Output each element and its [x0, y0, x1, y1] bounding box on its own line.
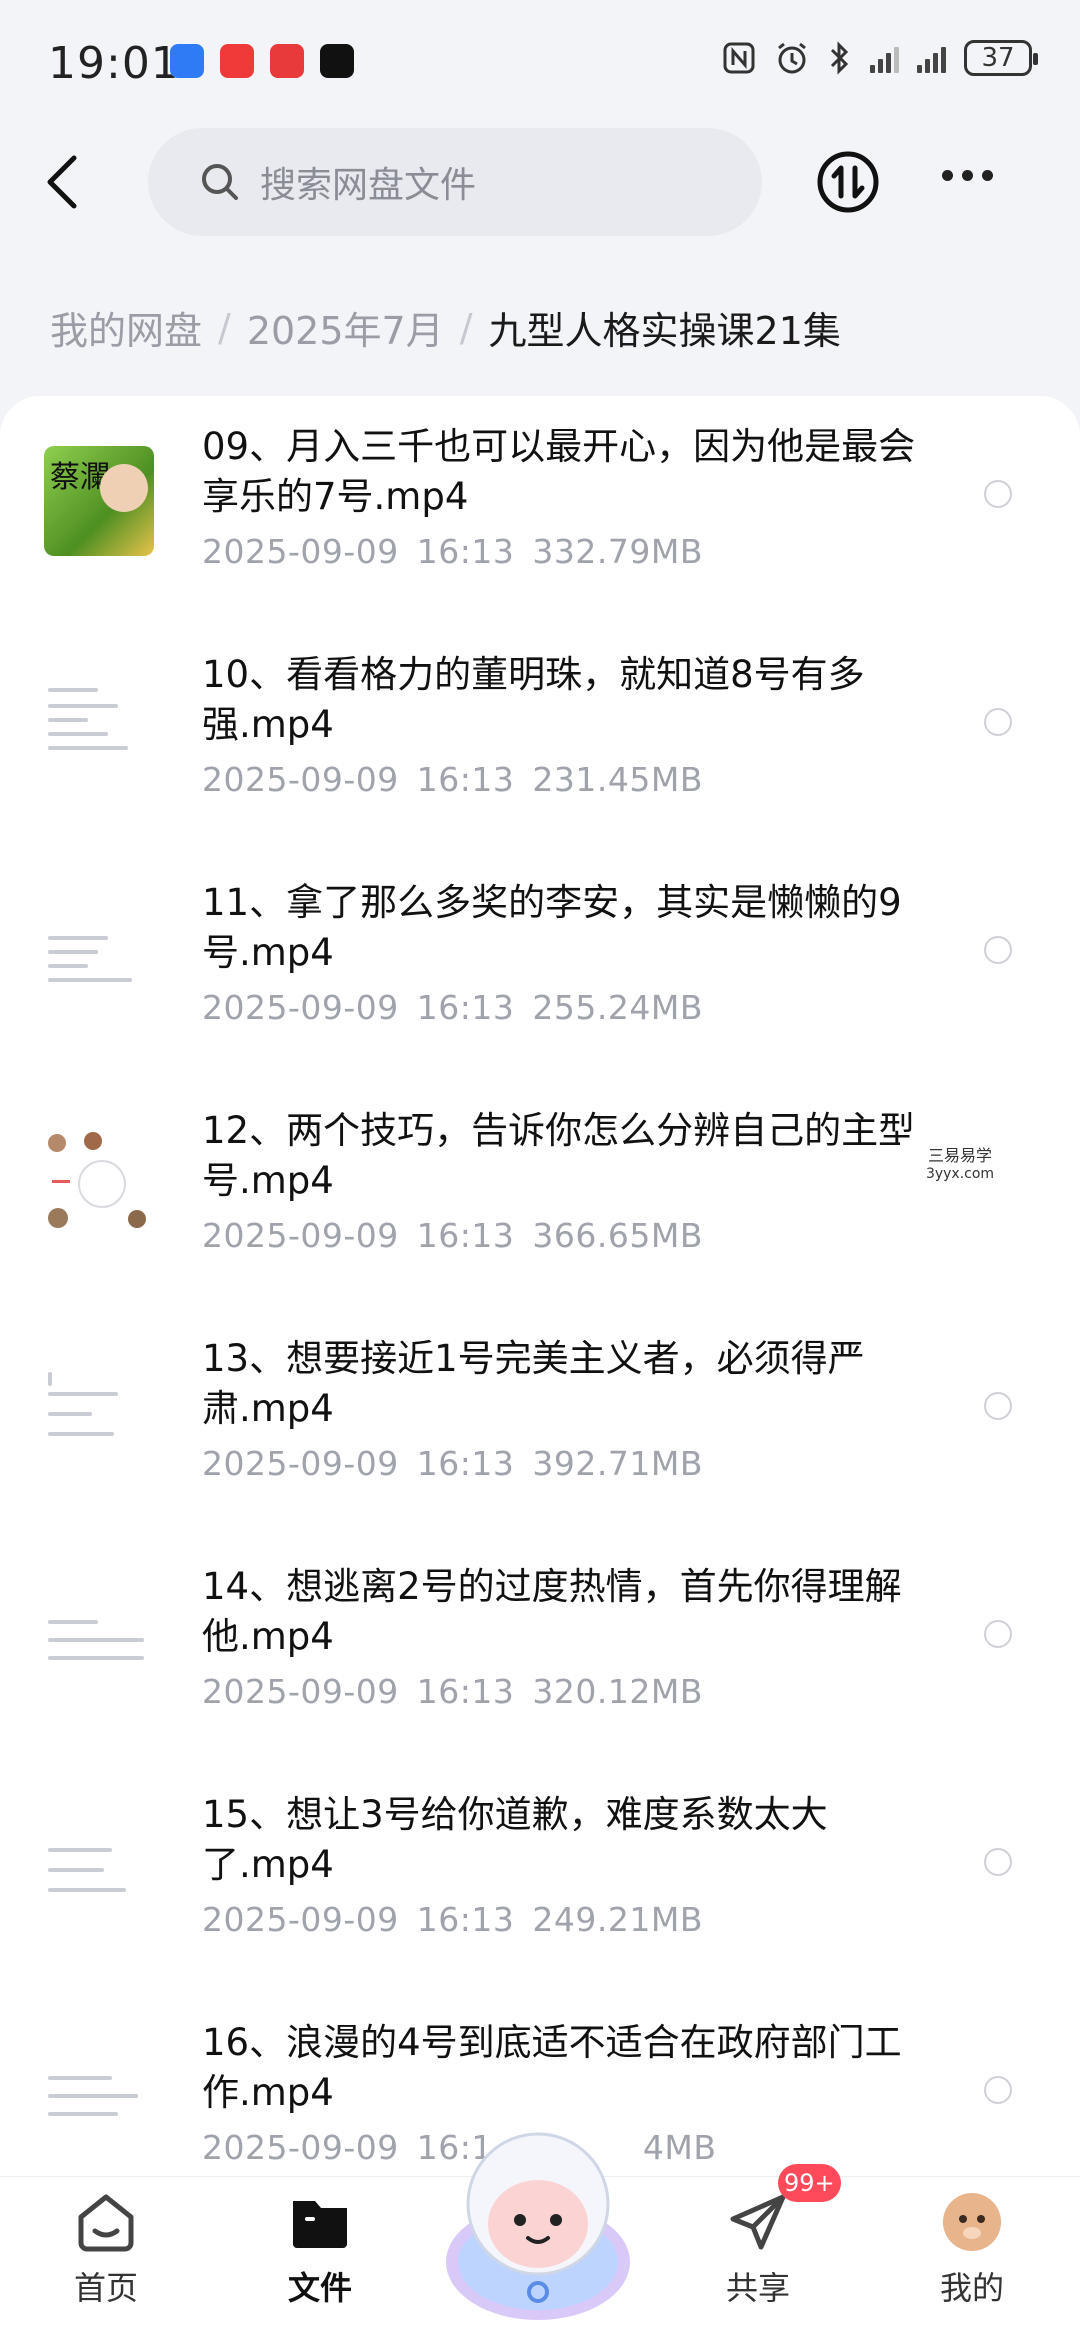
breadcrumb-item[interactable]: 2025年7月: [247, 300, 444, 355]
bluetooth-icon: [830, 41, 849, 75]
video-thumbnail: [44, 1814, 154, 1924]
nav-profile[interactable]: 我的: [902, 2191, 1042, 2309]
alarm-icon: [778, 42, 806, 74]
nav-label: 共享: [725, 2269, 790, 2307]
video-thumbnail: [44, 674, 154, 784]
file-row[interactable]: 11、拿了那么多奖的李安，其实是懒懒的9号.mp4 2025-09-09 16:1…: [0, 852, 1080, 1080]
signal-icon: [917, 43, 946, 73]
tiktok-icon: [320, 44, 354, 78]
notification-badge: 99+: [778, 2164, 841, 2202]
file-meta: 2025-09-09 16:13 392.71MB: [202, 1444, 703, 1483]
status-bar: 19:01 37: [0, 0, 1080, 130]
file-meta: 2025-09-09 16:13 231.45MB: [202, 760, 703, 799]
file-meta: 2025-09-09 16:13 249.21MB: [202, 1900, 703, 1939]
select-radio[interactable]: [984, 708, 1012, 736]
file-meta: 2025-09-09 16:13 332.79MB: [202, 532, 703, 571]
video-thumbnail: 蔡瀾: [44, 446, 154, 556]
video-thumbnail: [44, 1358, 154, 1468]
signal-icon: [870, 43, 899, 73]
file-meta: 2025-09-09 16:13 366.65MB: [202, 1216, 703, 1255]
watermark: 三易易学 3yyx.com: [900, 1138, 1020, 1198]
file-meta: 2025-09-09 16:13 255.24MB: [202, 988, 703, 1027]
ai-assistant-mascot-icon[interactable]: [438, 2112, 638, 2324]
app-notification-icon: [220, 44, 254, 78]
video-thumbnail: [44, 1130, 154, 1240]
app-notification-icon: [170, 44, 204, 78]
more-options-icon[interactable]: [942, 170, 993, 181]
breadcrumb-separator: /: [459, 305, 473, 350]
select-radio[interactable]: [984, 1848, 1012, 1876]
breadcrumb-separator: /: [218, 305, 231, 350]
video-thumbnail: [44, 1586, 154, 1696]
nav-files[interactable]: 文件: [250, 2191, 390, 2309]
file-name: 16、浪漫的4号到底适不适合在政府部门工作.mp4: [202, 2021, 902, 2114]
watermark-url: 3yyx.com: [925, 1166, 995, 1182]
file-meta: 2025-09-09 16:13 320.12MB: [202, 1672, 703, 1711]
select-radio[interactable]: [984, 1620, 1012, 1648]
file-name: 10、看看格力的董明珠，就知道8号有多强.mp4: [202, 653, 865, 746]
file-row[interactable]: 14、想逃离2号的过度热情，首先你得理解他.mp4 2025-09-09 16:1…: [0, 1536, 1080, 1764]
nav-home[interactable]: 首页: [36, 2191, 176, 2309]
status-time: 19:01: [48, 38, 180, 89]
file-name: 13、想要接近1号完美主义者，必须得严肃.mp4: [202, 1337, 865, 1430]
file-list: 蔡瀾 09、月入三千也可以最开心，因为他是最会享乐的7号.mp4 2025-09…: [0, 396, 1080, 2176]
breadcrumb-item[interactable]: 我的网盘: [50, 300, 202, 355]
search-placeholder: 搜索网盘文件: [260, 165, 477, 206]
nav-label: 我的: [939, 2269, 1004, 2307]
video-thumbnail: [44, 902, 154, 1012]
file-row[interactable]: 15、想让3号给你道歉，难度系数太大了.mp4 2025-09-09 16:13 2…: [0, 1764, 1080, 1992]
file-name: 11、拿了那么多奖的李安，其实是懒懒的9号.mp4: [202, 881, 902, 974]
nfc-icon: [723, 42, 755, 74]
breadcrumb-current: 九型人格实操课21集: [488, 309, 841, 353]
select-radio[interactable]: [984, 1392, 1012, 1420]
file-row[interactable]: 13、想要接近1号完美主义者，必须得严肃.mp4 2025-09-09 16:13…: [0, 1308, 1080, 1536]
file-row[interactable]: 10、看看格力的董明珠，就知道8号有多强.mp4 2025-09-09 16:13…: [0, 624, 1080, 852]
app-notification-icon: [270, 44, 304, 78]
folder-icon: [293, 2201, 347, 2248]
file-row[interactable]: 蔡瀾 09、月入三千也可以最开心，因为他是最会享乐的7号.mp4 2025-09…: [0, 396, 1080, 624]
search-input[interactable]: 搜索网盘文件: [148, 128, 762, 236]
battery-icon: 37: [964, 40, 1038, 76]
breadcrumb: 我的网盘 / 2025年7月 / 九型人格实操课21集: [50, 300, 841, 355]
select-radio[interactable]: [984, 2076, 1012, 2104]
nav-label: 文件: [287, 2269, 352, 2307]
file-name: 14、想逃离2号的过度热情，首先你得理解他.mp4: [202, 1565, 902, 1658]
transfer-icon[interactable]: [816, 150, 880, 214]
home-icon: [78, 2194, 134, 2252]
search-icon: [202, 164, 238, 200]
back-icon[interactable]: [40, 152, 90, 212]
file-name: 15、想让3号给你道歉，难度系数太大了.mp4: [202, 1793, 828, 1886]
share-icon: [730, 2194, 786, 2250]
nav-label: 首页: [73, 2269, 138, 2307]
avatar-icon: [943, 2193, 1001, 2251]
video-thumbnail: [44, 2042, 154, 2152]
select-radio[interactable]: [984, 936, 1012, 964]
select-radio[interactable]: [984, 480, 1012, 508]
nav-share[interactable]: 共享: [688, 2191, 828, 2309]
watermark-text: 三易易学: [927, 1146, 992, 1165]
file-name: 09、月入三千也可以最开心，因为他是最会享乐的7号.mp4: [202, 425, 916, 518]
file-name: 12、两个技巧，告诉你怎么分辨自己的主型号.mp4: [202, 1109, 916, 1202]
